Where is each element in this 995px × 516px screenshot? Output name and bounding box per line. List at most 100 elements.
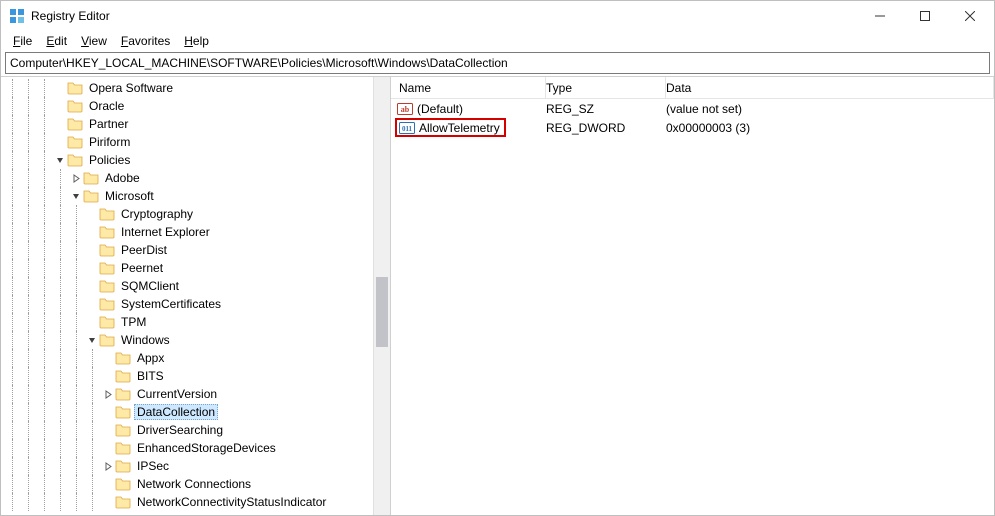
value-type: REG_DWORD xyxy=(546,118,666,137)
menu-favorites[interactable]: Favorites xyxy=(115,32,176,50)
folder-icon xyxy=(99,206,115,222)
header-type[interactable]: Type xyxy=(546,77,666,98)
folder-icon xyxy=(115,422,131,438)
menu-view[interactable]: View xyxy=(75,32,113,50)
tree-node-label: Policies xyxy=(86,153,133,167)
tree-node-label: NetworkConnectivityStatusIndicator xyxy=(134,495,329,509)
tree-node-label: DataCollection xyxy=(134,404,218,420)
tree-node-label: Microsoft xyxy=(102,189,157,203)
values-pane: Name Type Data ab (Default) REG_SZ(value n… xyxy=(391,77,994,515)
content-area: Opera Software Oracle Partner Piriform Polic… xyxy=(1,76,994,515)
menu-edit[interactable]: Edit xyxy=(40,32,73,50)
tree-node[interactable]: BITS xyxy=(5,367,373,385)
tree-node[interactable]: NetworkConnectivityStatusIndicator xyxy=(5,493,373,511)
tree-node-label: Internet Explorer xyxy=(118,225,213,239)
app-window: Registry Editor File Edit View Favorites… xyxy=(0,0,995,516)
tree-node-label: DriverSearching xyxy=(134,423,226,437)
chevron-right-icon[interactable] xyxy=(101,462,115,471)
folder-icon xyxy=(99,314,115,330)
minimize-button[interactable] xyxy=(857,1,902,31)
scrollbar-thumb[interactable] xyxy=(376,277,388,347)
folder-icon xyxy=(99,296,115,312)
folder-icon xyxy=(67,116,83,132)
chevron-down-icon[interactable] xyxy=(69,192,83,201)
registry-tree[interactable]: Opera Software Oracle Partner Piriform Polic… xyxy=(1,77,373,515)
value-row[interactable]: 011AllowTelemetryREG_DWORD0x00000003 (3) xyxy=(391,118,994,137)
tree-node[interactable]: DataCollection xyxy=(5,403,373,421)
menu-bar: File Edit View Favorites Help xyxy=(1,31,994,51)
folder-icon xyxy=(115,440,131,456)
address-bar[interactable]: Computer\HKEY_LOCAL_MACHINE\SOFTWARE\Pol… xyxy=(5,52,990,74)
header-data[interactable]: Data xyxy=(666,77,994,98)
tree-node-label: Appx xyxy=(134,351,167,365)
value-data: 0x00000003 (3) xyxy=(666,118,994,137)
tree-node[interactable]: DriverSearching xyxy=(5,421,373,439)
tree-node[interactable]: TPM xyxy=(5,313,373,331)
tree-node-label: BITS xyxy=(134,369,167,383)
tree-node-label: Network Connections xyxy=(134,477,254,491)
folder-icon xyxy=(115,404,131,420)
tree-node[interactable]: Internet Explorer xyxy=(5,223,373,241)
tree-node-label: Windows xyxy=(118,333,173,347)
folder-icon xyxy=(115,350,131,366)
tree-node[interactable]: Opera Software xyxy=(5,79,373,97)
tree-node[interactable]: Partner xyxy=(5,115,373,133)
tree-node-label: TPM xyxy=(118,315,149,329)
address-text: Computer\HKEY_LOCAL_MACHINE\SOFTWARE\Pol… xyxy=(10,56,508,70)
tree-node[interactable]: Oracle xyxy=(5,97,373,115)
string-value-icon: ab xyxy=(397,101,413,117)
folder-icon xyxy=(99,224,115,240)
tree-node[interactable]: Piriform xyxy=(5,133,373,151)
tree-node[interactable]: PeerDist xyxy=(5,241,373,259)
tree-node[interactable]: Cryptography xyxy=(5,205,373,223)
menu-file[interactable]: File xyxy=(7,32,38,50)
folder-icon xyxy=(115,476,131,492)
tree-node[interactable]: Adobe xyxy=(5,169,373,187)
close-button[interactable] xyxy=(947,1,992,31)
folder-icon xyxy=(83,170,99,186)
folder-icon xyxy=(67,98,83,114)
chevron-down-icon[interactable] xyxy=(53,156,67,165)
folder-icon xyxy=(115,458,131,474)
value-name: (Default) xyxy=(417,102,463,116)
value-type: REG_SZ xyxy=(546,99,666,118)
tree-node-label: Cryptography xyxy=(118,207,196,221)
folder-icon xyxy=(115,368,131,384)
tree-node-label: Opera Software xyxy=(86,81,176,95)
value-name: AllowTelemetry xyxy=(419,121,500,135)
header-name[interactable]: Name xyxy=(391,77,546,98)
tree-node-label: SystemCertificates xyxy=(118,297,224,311)
value-data: (value not set) xyxy=(666,99,994,118)
menu-help[interactable]: Help xyxy=(178,32,215,50)
chevron-right-icon[interactable] xyxy=(101,390,115,399)
tree-node-label: Piriform xyxy=(86,135,133,149)
tree-node-label: Adobe xyxy=(102,171,143,185)
folder-icon xyxy=(99,332,115,348)
tree-scrollbar[interactable] xyxy=(373,77,390,515)
folder-icon xyxy=(99,242,115,258)
tree-node[interactable]: CurrentVersion xyxy=(5,385,373,403)
tree-node-label: Partner xyxy=(86,117,131,131)
tree-node-label: IPSec xyxy=(134,459,172,473)
tree-node[interactable]: Policies xyxy=(5,151,373,169)
tree-node-label: Peernet xyxy=(118,261,166,275)
tree-node[interactable]: Appx xyxy=(5,349,373,367)
tree-node-label: EnhancedStorageDevices xyxy=(134,441,279,455)
folder-icon xyxy=(83,188,99,204)
chevron-right-icon[interactable] xyxy=(69,174,83,183)
tree-node[interactable]: SystemCertificates xyxy=(5,295,373,313)
tree-node[interactable]: Windows xyxy=(5,331,373,349)
chevron-down-icon[interactable] xyxy=(85,336,99,345)
tree-node[interactable]: Microsoft xyxy=(5,187,373,205)
tree-node-label: PeerDist xyxy=(118,243,170,257)
tree-node[interactable]: IPSec xyxy=(5,457,373,475)
maximize-button[interactable] xyxy=(902,1,947,31)
tree-node[interactable]: EnhancedStorageDevices xyxy=(5,439,373,457)
tree-node[interactable]: SQMClient xyxy=(5,277,373,295)
tree-node-label: Oracle xyxy=(86,99,127,113)
tree-node[interactable]: Network Connections xyxy=(5,475,373,493)
tree-node[interactable]: Peernet xyxy=(5,259,373,277)
folder-icon xyxy=(67,134,83,150)
values-header: Name Type Data xyxy=(391,77,994,99)
value-row[interactable]: ab (Default) REG_SZ(value not set) xyxy=(391,99,994,118)
